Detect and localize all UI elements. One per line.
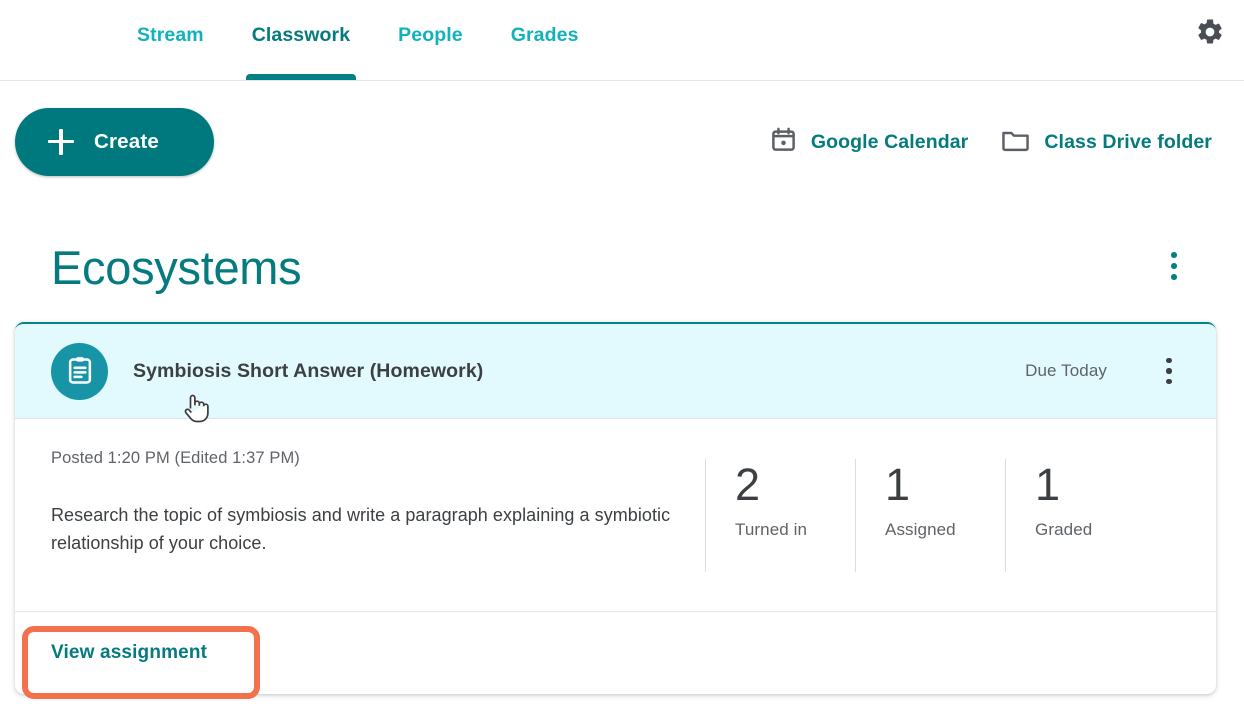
action-bar: Create Google Calendar Class Drive folde…: [0, 81, 1244, 211]
stat-graded-value: 1: [1035, 459, 1060, 510]
tab-people[interactable]: People: [374, 0, 487, 81]
stat-turned-in[interactable]: 2 Turned in: [705, 459, 855, 572]
assignment-more-button[interactable]: [1149, 349, 1189, 393]
more-vert-icon: [1171, 274, 1177, 280]
assignment-stats: 2 Turned in 1 Assigned 1 Graded: [705, 459, 1155, 585]
assignment-card-body: Posted 1:20 PM (Edited 1:37 PM) Research…: [15, 419, 1216, 612]
tab-stream[interactable]: Stream: [113, 0, 228, 81]
assignment-description: Research the topic of symbiosis and writ…: [51, 505, 671, 553]
assignment-title[interactable]: Symbiosis Short Answer (Homework): [133, 360, 483, 383]
topic-row: Ecosystems: [0, 225, 1244, 310]
google-calendar-link[interactable]: Google Calendar: [770, 126, 969, 158]
more-vert-icon: [1166, 378, 1172, 384]
folder-icon: [1001, 126, 1030, 158]
stat-graded-label: Graded: [1035, 519, 1093, 539]
posted-timestamp: Posted 1:20 PM (Edited 1:37 PM): [51, 449, 300, 467]
tab-grades[interactable]: Grades: [487, 0, 603, 81]
stat-assigned-value: 1: [885, 459, 910, 510]
class-drive-folder-label: Class Drive folder: [1044, 130, 1212, 153]
settings-button[interactable]: [1186, 10, 1234, 58]
assignment-clipboard-icon: [51, 342, 108, 400]
assignment-card-footer: View assignment: [15, 612, 1216, 694]
stat-assigned[interactable]: 1 Assigned: [855, 459, 1005, 572]
view-assignment-button[interactable]: View assignment: [51, 642, 207, 664]
topic-more-button[interactable]: [1154, 243, 1194, 289]
tab-classwork-label: Classwork: [251, 24, 351, 46]
page-title: Ecosystems: [51, 241, 302, 294]
assignment-card: Symbiosis Short Answer (Homework) Due To…: [15, 322, 1216, 694]
top-navigation: Stream Classwork People Grades: [0, 0, 1244, 81]
assignment-details: Posted 1:20 PM (Edited 1:37 PM) Research…: [15, 449, 705, 585]
stat-assigned-label: Assigned: [885, 519, 956, 539]
quick-links: Google Calendar Class Drive folder: [770, 126, 1212, 158]
assignment-header-right: Due Today: [1025, 349, 1189, 393]
google-calendar-label: Google Calendar: [810, 130, 969, 153]
assignment-card-header[interactable]: Symbiosis Short Answer (Homework) Due To…: [15, 324, 1216, 419]
create-button[interactable]: Create: [15, 108, 214, 176]
create-button-label: Create: [94, 130, 160, 153]
class-drive-folder-link[interactable]: Class Drive folder: [1001, 126, 1212, 158]
tab-classwork[interactable]: Classwork: [228, 0, 374, 81]
tab-stream-label: Stream: [137, 24, 204, 46]
stat-turned-in-value: 2: [735, 459, 760, 510]
stat-turned-in-label: Turned in: [735, 519, 808, 539]
stat-graded[interactable]: 1 Graded: [1005, 459, 1155, 572]
calendar-icon: [770, 126, 797, 158]
gear-icon: [1195, 17, 1225, 52]
more-vert-icon: [1166, 358, 1172, 364]
more-vert-icon: [1171, 252, 1177, 258]
tab-bar: Stream Classwork People Grades: [0, 0, 603, 81]
tab-grades-label: Grades: [510, 24, 579, 46]
more-vert-icon: [1171, 263, 1177, 269]
more-vert-icon: [1166, 368, 1172, 374]
classwork-page: Stream Classwork People Grades Create Go…: [0, 0, 1244, 728]
due-date-label: Due Today: [1025, 361, 1107, 380]
plus-icon: [48, 129, 74, 155]
tab-people-label: People: [398, 24, 463, 46]
